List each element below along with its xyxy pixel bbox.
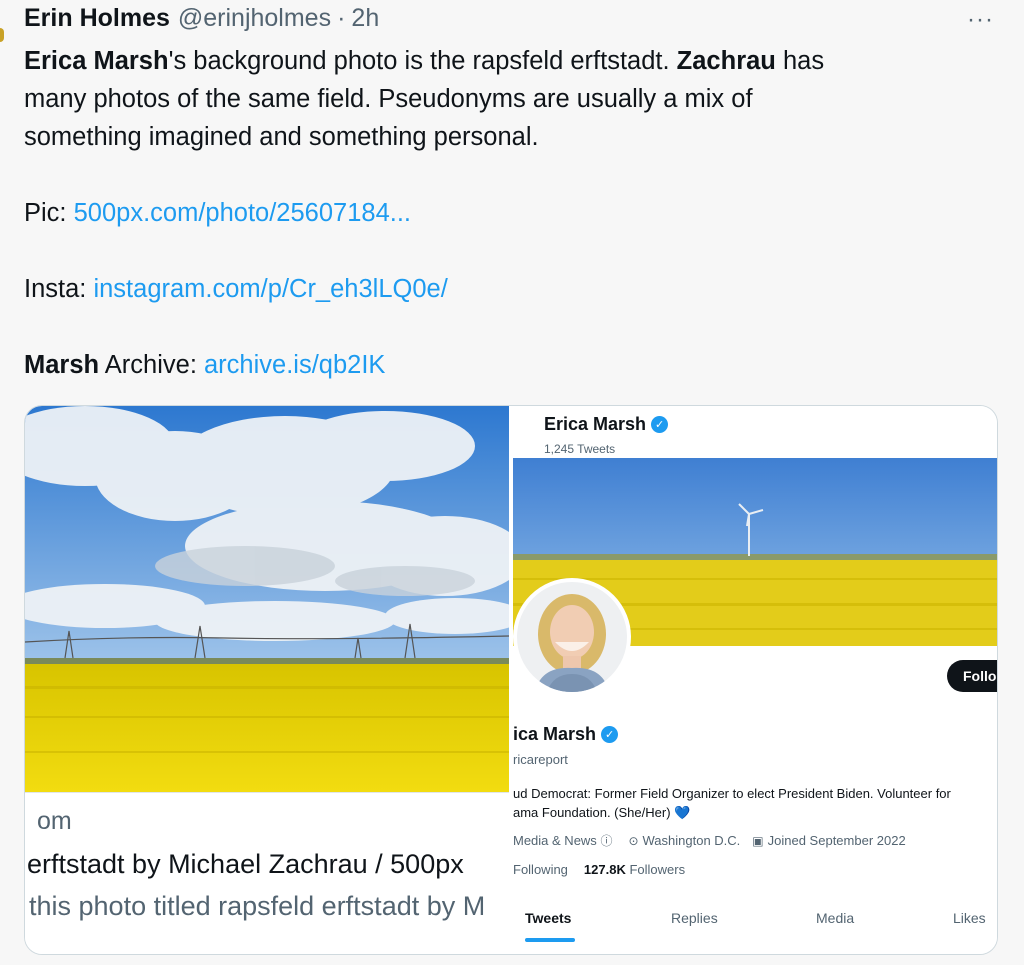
more-options-icon[interactable]: ··· <box>967 6 994 34</box>
bio-line-2-text: ama Foundation. (She/Her) <box>513 805 671 820</box>
text-segment: has <box>775 47 825 75</box>
insta-line: Insta: instagram.com/p/Cr_eh3lLQ0e/ <box>24 270 984 308</box>
category: Media & News ⓘ <box>513 832 616 849</box>
tweet-text: Erica Marsh's background photo is the ra… <box>24 42 984 384</box>
card-title: erftstadt by Michael Zachrau / 500px <box>27 849 464 879</box>
tweet-header: Erin Holmes @erinjholmes · 2h <box>24 4 379 36</box>
author-name[interactable]: Erin Holmes <box>24 4 170 33</box>
bio-line-2: ama Foundation. (She/Her) 💙 <box>513 803 997 822</box>
location-pin-icon: ⊙ <box>628 834 639 848</box>
archive-label: Archive: <box>99 351 204 379</box>
profile-top-name: Erica Marsh ✓ <box>544 414 669 435</box>
link-card-caption[interactable]: om erftstadt by Michael Zachrau / 500px … <box>25 792 509 954</box>
bio-line-1: ud Democrat: Former Field Organizer to e… <box>513 786 951 801</box>
verified-badge-icon: ✓ <box>601 726 619 743</box>
following-link[interactable]: Following <box>513 862 568 877</box>
tab-media[interactable]: Media <box>816 910 854 926</box>
bold-name-erica: Erica Marsh <box>24 47 169 75</box>
location: ⊙ Washington D.C. <box>628 833 740 848</box>
pic-label: Pic: <box>24 199 74 227</box>
separator: · <box>337 4 346 32</box>
followers-count: 127.8K <box>583 862 626 877</box>
insta-link[interactable]: instagram.com/p/Cr_eh3lLQ0e/ <box>93 275 447 303</box>
profile-handle: ricareport <box>513 752 568 767</box>
tweet-line-3: something imagined and something persona… <box>24 123 539 151</box>
profile-tabs: Tweets Replies Media Likes <box>513 896 997 954</box>
pic-link[interactable]: 500px.com/photo/25607184... <box>74 199 411 227</box>
tab-likes[interactable]: Likes <box>953 910 986 926</box>
tweet: Erin Holmes @erinjholmes · 2h ··· Erica … <box>0 0 1024 965</box>
joined-text: Joined September 2022 <box>767 833 906 848</box>
category-text: Media & News <box>513 833 597 848</box>
profile-screenshot[interactable]: Erica Marsh ✓ 1,245 Tweets Follo ica Mar… <box>511 406 997 954</box>
avatar[interactable] <box>513 578 631 696</box>
card-description: this photo titled rapsfeld erftstadt by … <box>29 891 486 921</box>
display-name: ica Marsh ✓ <box>513 724 619 745</box>
verified-badge-icon: ✓ <box>651 416 669 433</box>
active-tab-indicator <box>525 938 575 942</box>
bold-name-zachrau: Zachrau <box>676 47 776 75</box>
profile-top-name-text: Erica Marsh <box>544 414 647 434</box>
insta-label: Insta: <box>24 275 94 303</box>
follow-counts: Following 127.8K Followers <box>513 862 685 877</box>
profile-bio: ud Democrat: Former Field Organizer to e… <box>513 784 997 822</box>
link-card[interactable]: om erftstadt by Michael Zachrau / 500px … <box>25 406 509 954</box>
timestamp[interactable]: 2h <box>351 4 379 33</box>
tweet-line-1: Erica Marsh's background photo is the ra… <box>24 42 984 80</box>
follow-button[interactable]: Follo <box>947 660 997 692</box>
display-name-text: ica Marsh <box>513 724 597 744</box>
text-segment: 's background photo is the rapsfeld erft… <box>168 47 677 75</box>
archive-line: Marsh Archive: archive.is/qb2IK <box>24 346 984 384</box>
field-photo[interactable] <box>25 406 509 792</box>
archive-bold: Marsh <box>24 351 100 379</box>
location-text: Washington D.C. <box>642 833 741 848</box>
info-icon: ⓘ <box>600 834 613 848</box>
profile-meta: Media & News ⓘ ⊙ Washington D.C. ▣ Joined … <box>513 832 906 849</box>
card-domain: om <box>37 807 72 835</box>
tab-replies[interactable]: Replies <box>671 910 718 926</box>
calendar-icon: ▣ <box>752 834 764 848</box>
joined: ▣ Joined September 2022 <box>752 833 905 848</box>
pic-line: Pic: 500px.com/photo/25607184... <box>24 194 984 232</box>
archive-link[interactable]: archive.is/qb2IK <box>204 351 385 379</box>
tweet-count: 1,245 Tweets <box>544 442 616 456</box>
tab-tweets[interactable]: Tweets <box>525 910 571 926</box>
followers-label: Followers <box>629 862 686 877</box>
blue-heart-icon: 💙 <box>674 805 691 820</box>
media-attachments: om erftstadt by Michael Zachrau / 500px … <box>24 405 998 955</box>
followers-link[interactable]: 127.8K Followers <box>584 862 685 877</box>
tweet-line-2: many photos of the same field. Pseudonym… <box>24 85 753 113</box>
author-handle[interactable]: @erinjholmes <box>178 4 331 33</box>
